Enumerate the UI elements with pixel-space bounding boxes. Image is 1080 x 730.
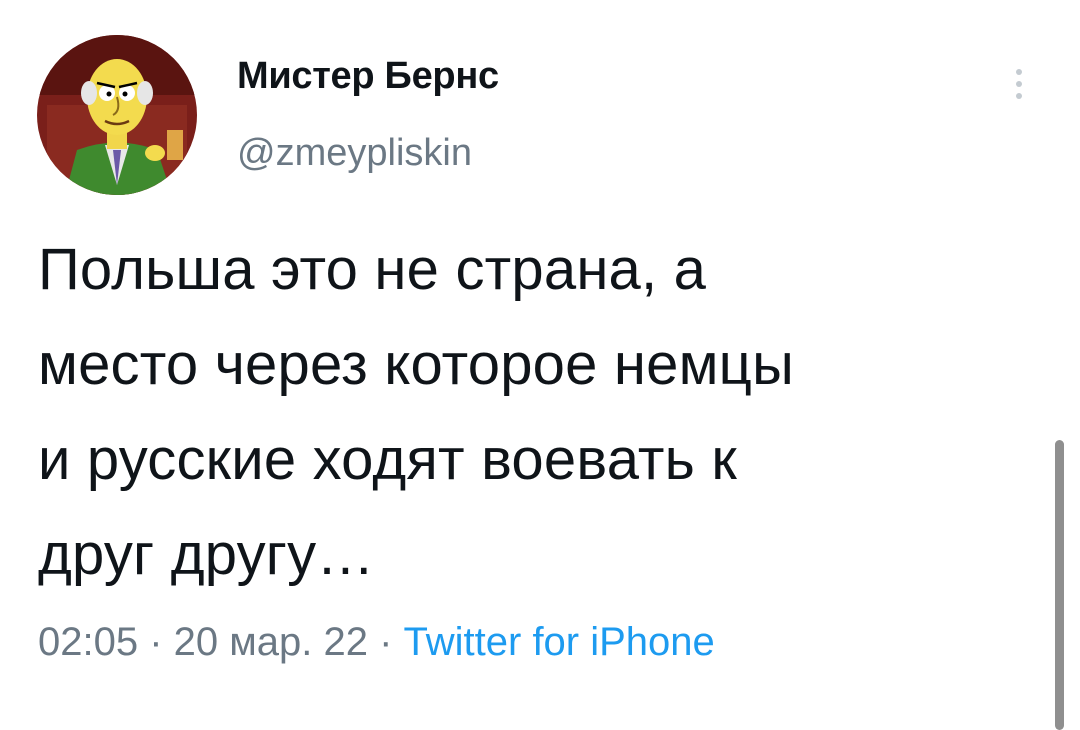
- tweet-text-line-4: друг другу…: [38, 522, 375, 587]
- tweet-time[interactable]: 02:05: [38, 620, 138, 664]
- tweet-text-line-3: и русские ходят воевать к: [38, 427, 737, 492]
- meta-separator: ·: [138, 620, 174, 664]
- tweet-source-link[interactable]: Twitter for iPhone: [404, 620, 715, 664]
- more-vertical-icon: [1016, 69, 1022, 75]
- more-vertical-icon-dot-3: [1016, 93, 1022, 99]
- author-display-name[interactable]: Мистер Бернс: [237, 55, 499, 98]
- meta-separator-2: ·: [367, 620, 404, 664]
- tweet-text-line-2: место через которое немцы: [38, 332, 794, 397]
- tweet-text: Польша это не страна, а место через кото…: [38, 222, 1028, 602]
- more-options-button[interactable]: [1005, 60, 1033, 108]
- tweet-date[interactable]: 20 мар. 22: [174, 620, 368, 664]
- more-vertical-icon-dot-2: [1016, 81, 1022, 87]
- author-handle[interactable]: @zmeypliskin: [237, 132, 472, 175]
- scrollbar[interactable]: [1055, 440, 1064, 730]
- mr-burns-avatar-icon: [37, 35, 197, 195]
- avatar[interactable]: [37, 35, 197, 195]
- tweet-metadata: 02:05 · 20 мар. 22 · Twitter for iPhone: [38, 620, 715, 665]
- tweet-text-line-1: Польша это не страна, а: [38, 237, 707, 302]
